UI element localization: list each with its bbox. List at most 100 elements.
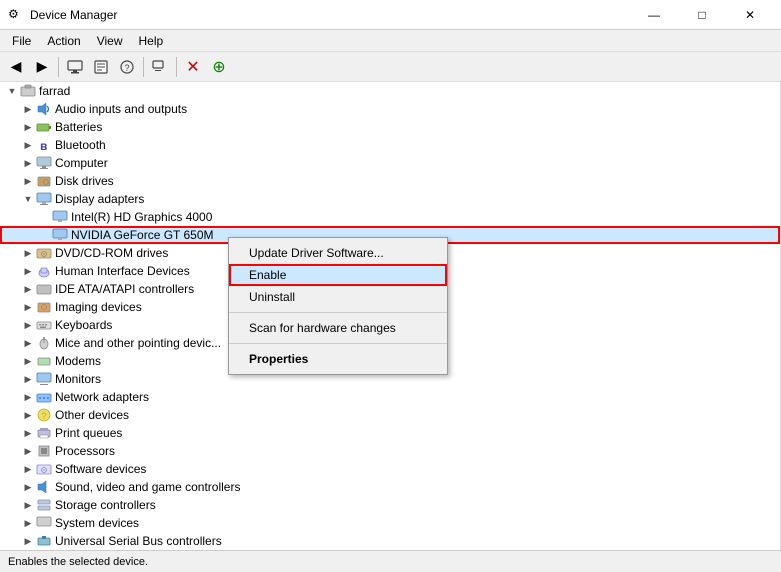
print-label: Print queues xyxy=(55,426,122,440)
other-expand-icon: ▶ xyxy=(20,407,36,423)
tree-item-intel[interactable]: ▶ Intel(R) HD Graphics 4000 xyxy=(0,208,780,226)
software-icon xyxy=(36,461,52,477)
nvidia-icon xyxy=(52,227,68,243)
tree-item-print[interactable]: ▶ Print queues xyxy=(0,424,780,442)
svg-text:?: ? xyxy=(42,411,47,421)
toolbar-delete[interactable]: ✕ xyxy=(181,55,205,79)
system-icon xyxy=(36,515,52,531)
monitors-icon xyxy=(36,371,52,387)
dvd-icon xyxy=(36,245,52,261)
system-expand-icon: ▶ xyxy=(20,515,36,531)
menu-view[interactable]: View xyxy=(89,32,131,50)
toolbar-sep-2 xyxy=(143,57,144,77)
tree-item-usb[interactable]: ▶ Universal Serial Bus controllers xyxy=(0,532,780,550)
system-label: System devices xyxy=(55,516,139,530)
toolbar-back[interactable]: ◀ xyxy=(4,55,28,79)
toolbar-forward[interactable]: ▶ xyxy=(30,55,54,79)
tree-root[interactable]: ▼ farrad xyxy=(0,82,780,100)
bluetooth-expand-icon: ▶ xyxy=(20,137,36,153)
network-icon xyxy=(36,389,52,405)
modems-icon xyxy=(36,353,52,369)
usb-expand-icon: ▶ xyxy=(20,533,36,549)
svg-text:ʙ: ʙ xyxy=(40,139,47,153)
tree-item-software[interactable]: ▶ Software devices xyxy=(0,460,780,478)
tree-item-sound[interactable]: ▶ Sound, video and game controllers xyxy=(0,478,780,496)
ctx-properties[interactable]: Properties xyxy=(229,348,447,370)
monitors-label: Monitors xyxy=(55,372,101,386)
mice-label: Mice and other pointing devic... xyxy=(55,336,221,350)
processors-icon xyxy=(36,443,52,459)
svg-text:?: ? xyxy=(125,63,130,73)
tree-item-system[interactable]: ▶ System devices xyxy=(0,514,780,532)
mice-expand-icon: ▶ xyxy=(20,335,36,351)
maximize-button[interactable]: □ xyxy=(679,0,725,30)
tree-item-network[interactable]: ▶ Network adapters xyxy=(0,388,780,406)
tree-item-computer[interactable]: ▶ Computer xyxy=(0,154,780,172)
tree-pane[interactable]: ▼ farrad ▶ Audio inputs and outputs xyxy=(0,82,781,550)
window-title: Device Manager xyxy=(30,8,117,22)
tree-item-processors[interactable]: ▶ Processors xyxy=(0,442,780,460)
sound-label: Sound, video and game controllers xyxy=(55,480,240,494)
sound-expand-icon: ▶ xyxy=(20,479,36,495)
toolbar-properties[interactable] xyxy=(89,55,113,79)
close-button[interactable]: ✕ xyxy=(727,0,773,30)
toolbar-enable[interactable]: ⊕ xyxy=(207,55,231,79)
tree-item-audio[interactable]: ▶ Audio inputs and outputs xyxy=(0,100,780,118)
other-label: Other devices xyxy=(55,408,129,422)
usb-label: Universal Serial Bus controllers xyxy=(55,534,222,548)
title-bar-controls: — □ ✕ xyxy=(631,0,773,30)
ctx-scan[interactable]: Scan for hardware changes xyxy=(229,317,447,339)
tree-item-disk[interactable]: ▶ Disk drives xyxy=(0,172,780,190)
batteries-expand-icon: ▶ xyxy=(20,119,36,135)
app-icon: ⚙ xyxy=(8,7,24,23)
network-label: Network adapters xyxy=(55,390,149,404)
computer-label: Computer xyxy=(55,156,108,170)
menu-file[interactable]: File xyxy=(4,32,39,50)
audio-label: Audio inputs and outputs xyxy=(55,102,187,116)
toolbar-computer[interactable] xyxy=(63,55,87,79)
tree-item-bluetooth[interactable]: ▶ ʙ Bluetooth xyxy=(0,136,780,154)
tree-item-display[interactable]: ▼ Display adapters xyxy=(0,190,780,208)
print-expand-icon: ▶ xyxy=(20,425,36,441)
menu-help[interactable]: Help xyxy=(131,32,172,50)
minimize-button[interactable]: — xyxy=(631,0,677,30)
ide-expand-icon: ▶ xyxy=(20,281,36,297)
tree-item-storage[interactable]: ▶ Storage controllers xyxy=(0,496,780,514)
software-expand-icon: ▶ xyxy=(20,461,36,477)
hid-label: Human Interface Devices xyxy=(55,264,190,278)
toolbar: ◀ ▶ ? ✕ ⊕ xyxy=(0,52,781,82)
computer-expand-icon: ▶ xyxy=(20,155,36,171)
computer-icon xyxy=(36,155,52,171)
bluetooth-label: Bluetooth xyxy=(55,138,106,152)
ctx-uninstall[interactable]: Uninstall xyxy=(229,286,447,308)
ctx-enable[interactable]: Enable xyxy=(229,264,447,286)
nvidia-label: NVIDIA GeForce GT 650M xyxy=(71,228,214,242)
usb-icon xyxy=(36,533,52,549)
status-bar: Enables the selected device. xyxy=(0,550,781,572)
processors-expand-icon: ▶ xyxy=(20,443,36,459)
root-label: farrad xyxy=(39,84,70,98)
imaging-icon xyxy=(36,299,52,315)
batteries-label: Batteries xyxy=(55,120,102,134)
ctx-update[interactable]: Update Driver Software... xyxy=(229,242,447,264)
hid-icon xyxy=(36,263,52,279)
modems-label: Modems xyxy=(55,354,101,368)
dvd-expand-icon: ▶ xyxy=(20,245,36,261)
intel-icon xyxy=(52,209,68,225)
menu-bar: File Action View Help xyxy=(0,30,781,52)
keyboards-label: Keyboards xyxy=(55,318,112,332)
imaging-expand-icon: ▶ xyxy=(20,299,36,315)
processors-label: Processors xyxy=(55,444,115,458)
root-expand-icon: ▼ xyxy=(4,83,20,99)
menu-action[interactable]: Action xyxy=(39,32,88,50)
disk-expand-icon: ▶ xyxy=(20,173,36,189)
toolbar-monitor[interactable] xyxy=(148,55,172,79)
display-label: Display adapters xyxy=(55,192,144,206)
tree-item-other[interactable]: ▶ ? Other devices xyxy=(0,406,780,424)
toolbar-help[interactable]: ? xyxy=(115,55,139,79)
tree-item-batteries[interactable]: ▶ Batteries xyxy=(0,118,780,136)
storage-icon xyxy=(36,497,52,513)
toolbar-sep-1 xyxy=(58,57,59,77)
audio-icon xyxy=(36,101,52,117)
modems-expand-icon: ▶ xyxy=(20,353,36,369)
